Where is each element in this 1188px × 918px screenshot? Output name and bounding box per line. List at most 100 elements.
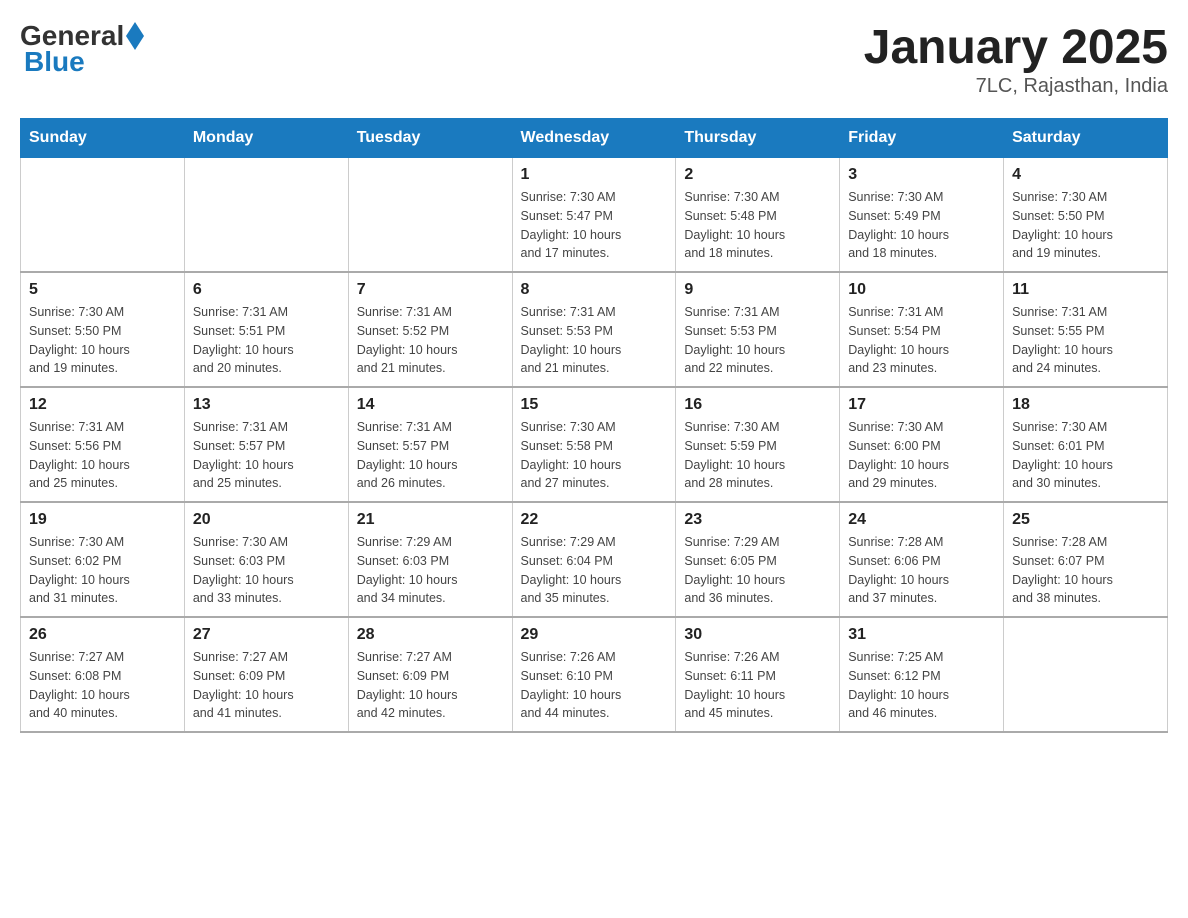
calendar-week-row: 12 Sunrise: 7:31 AMSunset: 5:56 PMDayligh… xyxy=(21,387,1168,502)
day-info: Sunrise: 7:30 AMSunset: 5:58 PMDaylight:… xyxy=(521,418,668,493)
calendar-cell: 22 Sunrise: 7:29 AMSunset: 6:04 PMDayligh… xyxy=(512,502,676,617)
day-number: 22 xyxy=(521,511,668,529)
calendar-body: 1 Sunrise: 7:30 AMSunset: 5:47 PMDaylight… xyxy=(21,158,1168,733)
calendar-cell: 20 Sunrise: 7:30 AMSunset: 6:03 PMDayligh… xyxy=(184,502,348,617)
calendar-cell: 21 Sunrise: 7:29 AMSunset: 6:03 PMDayligh… xyxy=(348,502,512,617)
calendar-cell: 7Sunrise: 7:31 AMSunset: 5:52 PMDaylight… xyxy=(348,272,512,387)
weekday-header-cell: Friday xyxy=(840,119,1004,158)
logo-blue-text: Blue xyxy=(24,46,85,78)
calendar-table: SundayMondayTuesdayWednesdayThursdayFrid… xyxy=(20,118,1168,733)
day-info: Sunrise: 7:30 AMSunset: 6:03 PMDaylight:… xyxy=(193,533,340,608)
weekday-header-cell: Wednesday xyxy=(512,119,676,158)
day-number: 26 xyxy=(29,626,176,644)
calendar-cell: 8 Sunrise: 7:31 AMSunset: 5:53 PMDaylight… xyxy=(512,272,676,387)
calendar-week-row: 19 Sunrise: 7:30 AMSunset: 6:02 PMDayligh… xyxy=(21,502,1168,617)
calendar-cell: 31Sunrise: 7:25 AMSunset: 6:12 PMDayligh… xyxy=(840,617,1004,732)
day-info: Sunrise: 7:28 AMSunset: 6:06 PMDaylight:… xyxy=(848,533,995,608)
calendar-cell: 29Sunrise: 7:26 AMSunset: 6:10 PMDayligh… xyxy=(512,617,676,732)
day-info: Sunrise: 7:27 AMSunset: 6:08 PMDaylight:… xyxy=(29,648,176,723)
day-number: 15 xyxy=(521,396,668,414)
calendar-title: January 2025 xyxy=(864,20,1168,75)
day-number: 20 xyxy=(193,511,340,529)
day-number: 1 xyxy=(521,166,668,184)
day-info: Sunrise: 7:30 AMSunset: 6:01 PMDaylight:… xyxy=(1012,418,1159,493)
day-number: 30 xyxy=(684,626,831,644)
day-info: Sunrise: 7:31 AMSunset: 5:57 PMDaylight:… xyxy=(357,418,504,493)
day-number: 24 xyxy=(848,511,995,529)
calendar-cell: 15 Sunrise: 7:30 AMSunset: 5:58 PMDayligh… xyxy=(512,387,676,502)
day-info: Sunrise: 7:26 AMSunset: 6:10 PMDaylight:… xyxy=(521,648,668,723)
day-number: 10 xyxy=(848,281,995,299)
calendar-week-row: 5Sunrise: 7:30 AMSunset: 5:50 PMDaylight… xyxy=(21,272,1168,387)
calendar-cell xyxy=(184,158,348,273)
calendar-cell: 5Sunrise: 7:30 AMSunset: 5:50 PMDaylight… xyxy=(21,272,185,387)
calendar-cell: 10Sunrise: 7:31 AMSunset: 5:54 PMDayligh… xyxy=(840,272,1004,387)
day-number: 5 xyxy=(29,281,176,299)
calendar-cell xyxy=(21,158,185,273)
day-info: Sunrise: 7:31 AMSunset: 5:55 PMDaylight:… xyxy=(1012,303,1159,378)
calendar-subtitle: 7LC, Rajasthan, India xyxy=(864,75,1168,98)
day-number: 13 xyxy=(193,396,340,414)
calendar-cell: 4Sunrise: 7:30 AMSunset: 5:50 PMDaylight… xyxy=(1004,158,1168,273)
day-info: Sunrise: 7:29 AMSunset: 6:04 PMDaylight:… xyxy=(521,533,668,608)
day-number: 16 xyxy=(684,396,831,414)
day-info: Sunrise: 7:25 AMSunset: 6:12 PMDaylight:… xyxy=(848,648,995,723)
day-number: 9 xyxy=(684,281,831,299)
weekday-header-cell: Saturday xyxy=(1004,119,1168,158)
day-info: Sunrise: 7:31 AMSunset: 5:57 PMDaylight:… xyxy=(193,418,340,493)
calendar-cell: 18 Sunrise: 7:30 AMSunset: 6:01 PMDayligh… xyxy=(1004,387,1168,502)
day-number: 18 xyxy=(1012,396,1159,414)
day-number: 14 xyxy=(357,396,504,414)
calendar-cell: 26 Sunrise: 7:27 AMSunset: 6:08 PMDayligh… xyxy=(21,617,185,732)
day-info: Sunrise: 7:29 AMSunset: 6:03 PMDaylight:… xyxy=(357,533,504,608)
day-info: Sunrise: 7:31 AMSunset: 5:52 PMDaylight:… xyxy=(357,303,504,378)
day-info: Sunrise: 7:30 AMSunset: 6:02 PMDaylight:… xyxy=(29,533,176,608)
calendar-cell: 17 Sunrise: 7:30 AMSunset: 6:00 PMDayligh… xyxy=(840,387,1004,502)
day-number: 17 xyxy=(848,396,995,414)
weekday-header-cell: Sunday xyxy=(21,119,185,158)
title-area: January 2025 7LC, Rajasthan, India xyxy=(864,20,1168,98)
day-info: Sunrise: 7:26 AMSunset: 6:11 PMDaylight:… xyxy=(684,648,831,723)
day-info: Sunrise: 7:28 AMSunset: 6:07 PMDaylight:… xyxy=(1012,533,1159,608)
day-number: 8 xyxy=(521,281,668,299)
calendar-cell: 28Sunrise: 7:27 AMSunset: 6:09 PMDayligh… xyxy=(348,617,512,732)
calendar-cell: 6Sunrise: 7:31 AMSunset: 5:51 PMDaylight… xyxy=(184,272,348,387)
day-number: 12 xyxy=(29,396,176,414)
calendar-cell: 23 Sunrise: 7:29 AMSunset: 6:05 PMDayligh… xyxy=(676,502,840,617)
day-info: Sunrise: 7:30 AMSunset: 6:00 PMDaylight:… xyxy=(848,418,995,493)
calendar-cell: 19 Sunrise: 7:30 AMSunset: 6:02 PMDayligh… xyxy=(21,502,185,617)
day-info: Sunrise: 7:30 AMSunset: 5:59 PMDaylight:… xyxy=(684,418,831,493)
day-number: 23 xyxy=(684,511,831,529)
day-info: Sunrise: 7:31 AMSunset: 5:56 PMDaylight:… xyxy=(29,418,176,493)
weekday-header-cell: Thursday xyxy=(676,119,840,158)
calendar-cell xyxy=(1004,617,1168,732)
weekday-header-cell: Monday xyxy=(184,119,348,158)
calendar-cell: 13 Sunrise: 7:31 AMSunset: 5:57 PMDayligh… xyxy=(184,387,348,502)
day-number: 3 xyxy=(848,166,995,184)
day-number: 19 xyxy=(29,511,176,529)
day-number: 27 xyxy=(193,626,340,644)
day-number: 4 xyxy=(1012,166,1159,184)
calendar-cell: 25Sunrise: 7:28 AMSunset: 6:07 PMDayligh… xyxy=(1004,502,1168,617)
day-info: Sunrise: 7:31 AMSunset: 5:53 PMDaylight:… xyxy=(684,303,831,378)
calendar-cell: 1 Sunrise: 7:30 AMSunset: 5:47 PMDaylight… xyxy=(512,158,676,273)
logo: General Blue xyxy=(20,20,144,78)
day-info: Sunrise: 7:30 AMSunset: 5:49 PMDaylight:… xyxy=(848,188,995,263)
calendar-cell: 2Sunrise: 7:30 AMSunset: 5:48 PMDaylight… xyxy=(676,158,840,273)
calendar-week-row: 1 Sunrise: 7:30 AMSunset: 5:47 PMDaylight… xyxy=(21,158,1168,273)
calendar-cell: 24 Sunrise: 7:28 AMSunset: 6:06 PMDayligh… xyxy=(840,502,1004,617)
day-number: 11 xyxy=(1012,281,1159,299)
calendar-week-row: 26 Sunrise: 7:27 AMSunset: 6:08 PMDayligh… xyxy=(21,617,1168,732)
day-info: Sunrise: 7:30 AMSunset: 5:47 PMDaylight:… xyxy=(521,188,668,263)
day-info: Sunrise: 7:31 AMSunset: 5:53 PMDaylight:… xyxy=(521,303,668,378)
calendar-cell: 9 Sunrise: 7:31 AMSunset: 5:53 PMDaylight… xyxy=(676,272,840,387)
calendar-cell: 14 Sunrise: 7:31 AMSunset: 5:57 PMDayligh… xyxy=(348,387,512,502)
calendar-cell: 16 Sunrise: 7:30 AMSunset: 5:59 PMDayligh… xyxy=(676,387,840,502)
header: General Blue January 2025 7LC, Rajasthan… xyxy=(20,20,1168,98)
weekday-header-cell: Tuesday xyxy=(348,119,512,158)
day-number: 28 xyxy=(357,626,504,644)
day-number: 21 xyxy=(357,511,504,529)
day-info: Sunrise: 7:30 AMSunset: 5:48 PMDaylight:… xyxy=(684,188,831,263)
day-number: 6 xyxy=(193,281,340,299)
day-info: Sunrise: 7:29 AMSunset: 6:05 PMDaylight:… xyxy=(684,533,831,608)
